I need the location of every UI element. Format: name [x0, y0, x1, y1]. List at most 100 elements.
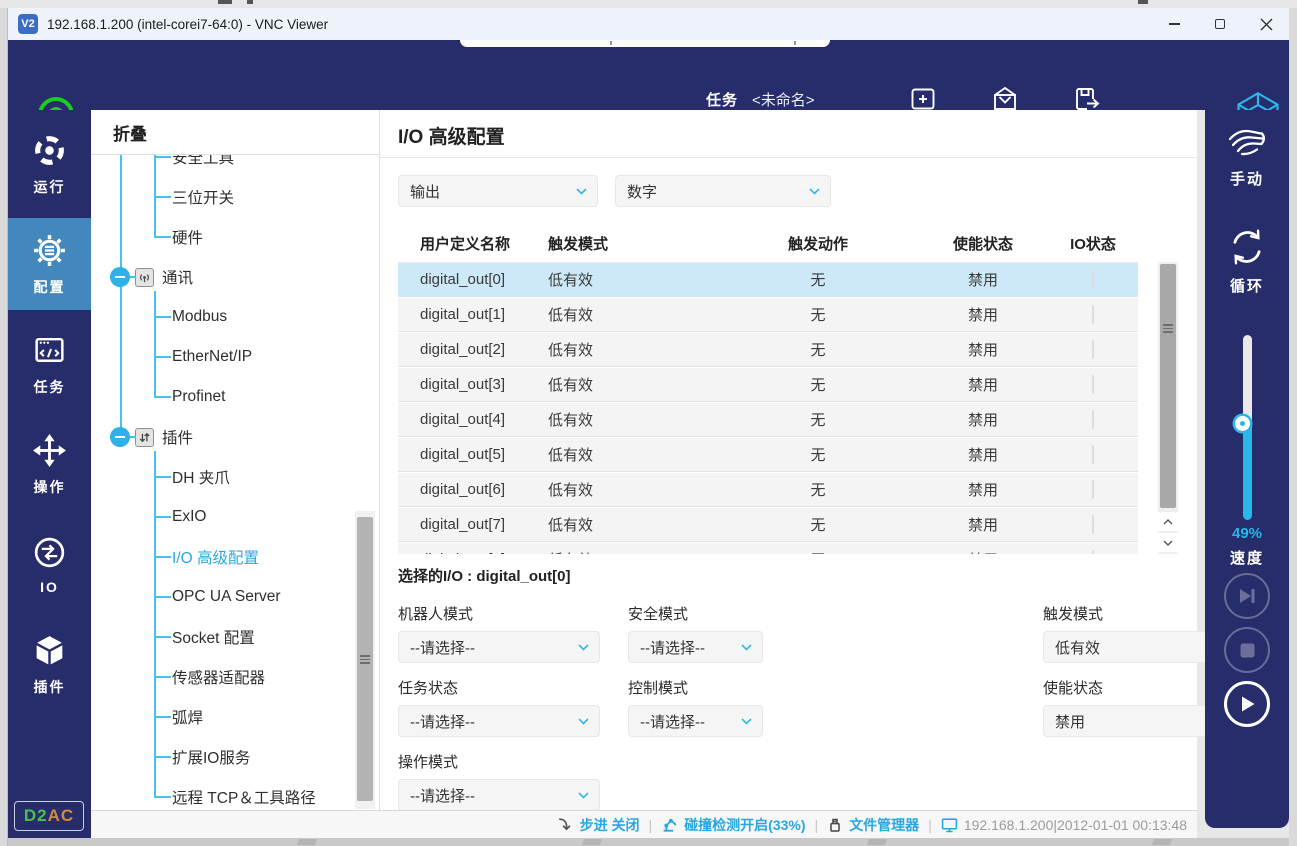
play-button[interactable]	[1224, 681, 1270, 727]
sidebar-item-io[interactable]: IO	[8, 518, 91, 610]
tree-item[interactable]: 通讯	[91, 257, 379, 297]
manual-mode-button[interactable]: 手动	[1205, 125, 1289, 189]
form-field: 触发模式 低有效	[1043, 603, 1195, 663]
form-field-label: 机器人模式	[398, 603, 628, 624]
desktop-artifact	[1138, 0, 1148, 4]
io-name-cell: digital_out[7]	[398, 516, 548, 533]
tree-item[interactable]: DH 夹爪	[91, 457, 379, 497]
collision-detection-status[interactable]: 碰撞检测开启(33%)	[661, 815, 805, 835]
usb-drive-icon	[827, 817, 843, 833]
tree-item[interactable]: 远程 TCP＆工具路径	[91, 777, 379, 809]
collapse-toggle-icon[interactable]	[110, 267, 130, 287]
table-scrollbar[interactable]	[1158, 262, 1178, 554]
manual-label: 手动	[1230, 168, 1264, 189]
table-scrollbar-thumb[interactable]	[1160, 264, 1176, 508]
io-state-checkbox[interactable]	[1092, 445, 1094, 464]
chevron-down-icon	[578, 718, 589, 725]
table-row[interactable]: digital_out[3] 低有效 无 禁用	[398, 368, 1138, 402]
tree-item[interactable]: 传感器适配器	[91, 657, 379, 697]
table-row[interactable]: digital_out[0] 低有效 无 禁用	[398, 263, 1138, 297]
io-state-checkbox[interactable]	[1092, 410, 1094, 429]
hand-icon	[1224, 125, 1270, 161]
io-name-cell: digital_out[6]	[398, 481, 548, 498]
select-value: 禁用	[1055, 711, 1085, 732]
file-manager-button[interactable]: 文件管理器	[827, 815, 919, 835]
d2ac-badge[interactable]: D2AC	[14, 801, 84, 831]
selected-io-label: 选择的I/O : digital_out[0]	[398, 565, 571, 586]
io-direction-select[interactable]: 输出	[398, 175, 598, 207]
form-field-select[interactable]: --请选择--	[398, 705, 600, 737]
io-state-checkbox[interactable]	[1092, 550, 1094, 554]
speed-slider[interactable]	[1243, 335, 1252, 520]
form-field-label: 安全模式	[628, 603, 1043, 624]
table-row[interactable]: digital_out[8] 低有效 无 禁用	[398, 543, 1138, 554]
vnc-titlebar[interactable]: V2 192.168.1.200 (intel-corei7-64:0) - V…	[8, 8, 1289, 40]
tree-item[interactable]: OPC UA Server	[91, 577, 379, 617]
io-state-checkbox[interactable]	[1092, 270, 1094, 289]
tree-item[interactable]: ExIO	[91, 497, 379, 537]
desktop-artifact	[218, 0, 232, 4]
tree-item[interactable]: 硬件	[91, 217, 379, 257]
tree-scrollbar[interactable]	[355, 511, 375, 809]
table-row[interactable]: digital_out[5] 低有效 无 禁用	[398, 438, 1138, 472]
step-forward-button[interactable]	[1224, 573, 1270, 619]
trigger-action-cell: 无	[718, 409, 918, 430]
minimize-button[interactable]	[1151, 8, 1197, 40]
loop-mode-button[interactable]: 循环	[1205, 226, 1289, 296]
tree-item[interactable]: 弧焊	[91, 697, 379, 737]
tree-item[interactable]: 三位开关	[91, 177, 379, 217]
maximize-button[interactable]	[1197, 8, 1243, 40]
table-row[interactable]: digital_out[2] 低有效 无 禁用	[398, 333, 1138, 367]
form-field-select[interactable]: --请选择--	[628, 631, 763, 663]
tree-item[interactable]: Profinet	[91, 377, 379, 417]
skip-icon	[1237, 587, 1257, 605]
tree-scrollbar-thumb[interactable]	[357, 517, 373, 801]
form-field-select[interactable]: --请选择--	[628, 705, 763, 737]
trigger-mode-cell: 低有效	[548, 479, 718, 500]
tree-item[interactable]: I/O 高级配置	[91, 537, 379, 577]
io-state-checkbox[interactable]	[1092, 305, 1094, 324]
form-field-select[interactable]: --请选择--	[398, 779, 600, 811]
step-mode-status[interactable]: 步进 关闭	[557, 815, 640, 835]
sidebar-item-run[interactable]: 运行	[8, 118, 91, 210]
stop-icon	[1240, 643, 1255, 658]
tree-item[interactable]: EtherNet/IP	[91, 337, 379, 377]
table-row[interactable]: digital_out[4] 低有效 无 禁用	[398, 403, 1138, 437]
signal-type-select[interactable]: 数字	[615, 175, 831, 207]
close-button[interactable]	[1243, 8, 1289, 40]
tree-item[interactable]: 安全工具	[91, 155, 379, 177]
table-row[interactable]: digital_out[1] 低有效 无 禁用	[398, 298, 1138, 332]
trigger-action-cell: 无	[718, 549, 918, 554]
enable-state-cell: 禁用	[918, 374, 1048, 395]
sidebar-item-plugin[interactable]: 插件	[8, 618, 91, 710]
tree-item[interactable]: Socket 配置	[91, 617, 379, 657]
scroll-down-button[interactable]	[1158, 533, 1178, 552]
column-header: 使能状态	[918, 233, 1048, 254]
tree-item[interactable]: 扩展IO服务	[91, 737, 379, 777]
speed-label: 速度	[1205, 547, 1289, 568]
collapse-header[interactable]: 折叠	[91, 110, 379, 155]
sidebar-item-config[interactable]: 配置	[8, 218, 91, 310]
sidebar-item-task[interactable]: 任务	[8, 318, 91, 410]
step-mode-text: 步进 关闭	[580, 815, 640, 835]
select-value: --请选择--	[640, 637, 705, 658]
io-state-checkbox[interactable]	[1092, 340, 1094, 359]
tree-item[interactable]: Modbus	[91, 297, 379, 337]
slider-track-lower[interactable]	[1243, 428, 1252, 520]
table-row[interactable]: digital_out[7] 低有效 无 禁用	[398, 508, 1138, 542]
stop-button[interactable]	[1224, 627, 1270, 673]
select-value: --请选择--	[410, 637, 475, 658]
tree-item[interactable]: 插件	[91, 417, 379, 457]
vnc-toolbar-notch[interactable]	[460, 40, 830, 47]
collapse-toggle-icon[interactable]	[110, 427, 130, 447]
scroll-up-button[interactable]	[1158, 512, 1178, 531]
io-state-checkbox[interactable]	[1092, 515, 1094, 534]
table-row[interactable]: digital_out[6] 低有效 无 禁用	[398, 473, 1138, 507]
trigger-mode-cell: 低有效	[548, 269, 718, 290]
io-state-checkbox[interactable]	[1092, 375, 1094, 394]
form-field-select[interactable]: --请选择--	[398, 631, 600, 663]
sidebar-item-operate[interactable]: 操作	[8, 418, 91, 510]
io-state-checkbox[interactable]	[1092, 480, 1094, 499]
slider-thumb[interactable]	[1235, 416, 1250, 431]
tree-item-label: ExIO	[172, 508, 206, 526]
